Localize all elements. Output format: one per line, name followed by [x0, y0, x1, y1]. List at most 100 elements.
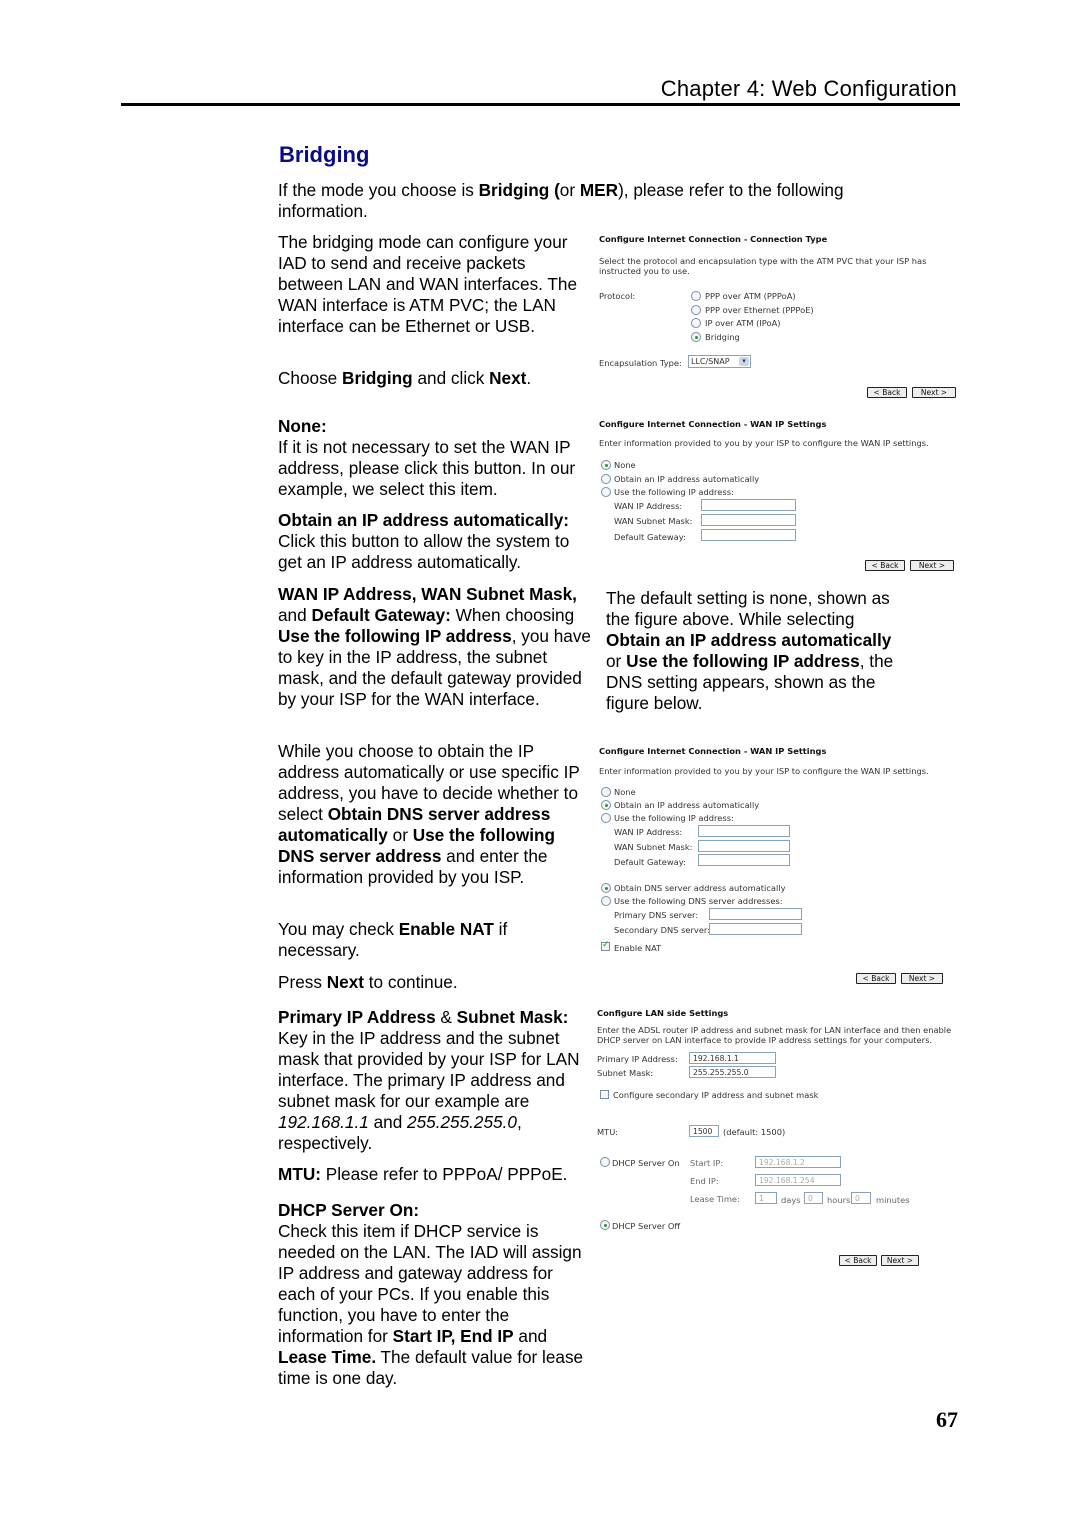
radio-use-ip[interactable] — [601, 813, 611, 823]
radio-pppoe[interactable] — [691, 305, 701, 315]
panel-description: Enter information provided to you by you… — [599, 766, 929, 776]
none-heading: None: — [278, 416, 327, 436]
days-label: days — [781, 1195, 801, 1205]
option-label: Use the following IP address: — [614, 813, 734, 823]
text: Click this button to allow the system to… — [278, 531, 570, 572]
subnet-mask-input[interactable]: 255.255.255.0 — [689, 1066, 776, 1078]
radio-use-ip[interactable] — [601, 487, 611, 497]
radio-obtain-ip[interactable] — [601, 474, 611, 484]
enable-nat-checkbox[interactable] — [601, 940, 610, 951]
next-button[interactable]: Next > — [881, 1255, 919, 1266]
radio-obtain-ip[interactable] — [601, 800, 611, 810]
radio-bridging[interactable] — [691, 332, 701, 342]
next-button[interactable]: Next > — [910, 560, 954, 571]
default-gateway-input[interactable] — [701, 529, 796, 541]
lan-settings-panel: Configure LAN side Settings Enter the AD… — [597, 1008, 965, 1268]
default-setting-note: The default setting is none, shown as th… — [606, 588, 906, 714]
subnet-mask-label: Subnet Mask: — [597, 1068, 654, 1078]
italic-text: 255.255.255.0 — [407, 1112, 517, 1132]
radio-use-dns[interactable] — [601, 896, 611, 906]
text: or — [387, 825, 413, 845]
bold-text: WAN IP Address, WAN Subnet Mask, — [278, 584, 577, 604]
back-button[interactable]: < Back — [856, 973, 896, 984]
bridging-description: The bridging mode can configure your IAD… — [278, 232, 578, 336]
radio-dhcp-off[interactable] — [600, 1220, 610, 1230]
text: and — [278, 605, 312, 625]
choose-bridging-instruction: Choose Bridging and click Next. — [278, 368, 593, 389]
back-button[interactable]: < Back — [865, 560, 905, 571]
field-label: WAN IP Address: — [614, 827, 683, 837]
text: & — [435, 1007, 457, 1027]
option-label: Bridging — [705, 332, 740, 342]
option-label: Obtain DNS server address automatically — [614, 883, 786, 893]
text: or — [606, 651, 627, 671]
bold-text: Start IP, End IP — [392, 1326, 514, 1346]
wan-ip-input[interactable] — [701, 499, 796, 511]
primary-ip-input[interactable]: 192.168.1.1 — [689, 1052, 776, 1064]
panel-title: Configure Internet Connection - WAN IP S… — [599, 746, 827, 756]
option-label: DHCP Server Off — [612, 1221, 681, 1231]
primary-dns-input[interactable] — [709, 908, 802, 920]
radio-obtain-dns[interactable] — [601, 883, 611, 893]
default-gateway-input[interactable] — [698, 854, 790, 866]
lease-days-input[interactable]: 1 — [755, 1192, 777, 1204]
mtu-description: MTU: Please refer to PPPoA/ PPPoE. — [278, 1164, 598, 1185]
option-label: Use the following IP address: — [614, 487, 734, 497]
option-label: PPP over Ethernet (PPPoE) — [705, 305, 814, 315]
option-label: Use the following DNS server addresses: — [614, 896, 783, 906]
bold-text: Enable NAT — [398, 919, 494, 939]
dhcp-description: DHCP Server On: Check this item if DHCP s… — [278, 1200, 593, 1389]
text: The default setting is none, shown as th… — [606, 588, 890, 629]
panel-description: Enter the ADSL router IP address and sub… — [597, 1025, 952, 1045]
selected-value: LLC/SNAP — [691, 357, 730, 366]
lease-hours-input[interactable]: 0 — [804, 1192, 823, 1204]
bold-text: Next — [489, 368, 527, 388]
panel-title: Configure Internet Connection - Connecti… — [599, 234, 828, 244]
press-next-instruction: Press Next to continue. — [278, 972, 593, 993]
text: When choosing — [450, 605, 575, 625]
next-button[interactable]: Next > — [901, 973, 943, 984]
encapsulation-select[interactable]: LLC/SNAP ▾ — [688, 355, 751, 368]
text: and click — [412, 368, 490, 388]
option-label: PPP over ATM (PPPoA) — [705, 291, 796, 301]
bold-text: Primary IP Address — [278, 1007, 436, 1027]
back-button[interactable]: < Back — [839, 1255, 877, 1266]
text: Press — [278, 972, 327, 992]
back-button[interactable]: < Back — [867, 387, 907, 398]
wan-ip-description: WAN IP Address, WAN Subnet Mask, and Def… — [278, 584, 593, 710]
field-label: Default Gateway: — [614, 857, 686, 867]
next-button[interactable]: Next > — [912, 387, 956, 398]
wan-ip-input[interactable] — [698, 825, 790, 837]
radio-dhcp-on[interactable] — [600, 1157, 610, 1167]
bold-text: Bridging ( — [478, 180, 560, 200]
bold-text: MER — [579, 180, 619, 200]
mtu-default-note: (default: 1500) — [723, 1127, 786, 1137]
hours-label: hours — [827, 1195, 851, 1205]
lease-minutes-input[interactable]: 0 — [851, 1192, 871, 1204]
bold-text: Use the following IP address — [278, 626, 512, 646]
radio-none[interactable] — [601, 460, 611, 470]
intro-paragraph: If the mode you choose is Bridging (or M… — [278, 180, 918, 222]
text: Key in the IP address and the subnet mas… — [278, 1028, 580, 1111]
obtain-ip-heading: Obtain an IP address automatically: — [278, 510, 570, 530]
secondary-dns-input[interactable] — [709, 923, 802, 935]
text: or — [559, 180, 580, 200]
start-ip-input[interactable]: 192.168.1.2 — [755, 1156, 841, 1168]
secondary-ip-checkbox[interactable] — [600, 1090, 609, 1099]
none-description: None: If it is not necessary to set the W… — [278, 416, 593, 500]
option-label: None — [614, 787, 636, 797]
primary-ip-description: Primary IP Address & Subnet Mask: Key in… — [278, 1007, 596, 1154]
header-rule — [121, 103, 960, 106]
wan-subnet-input[interactable] — [701, 514, 796, 526]
section-title: Bridging — [279, 142, 370, 167]
radio-pppoa[interactable] — [691, 291, 701, 301]
wan-ip-settings-panel-none: Configure Internet Connection - WAN IP S… — [599, 419, 959, 579]
radio-none[interactable] — [601, 787, 611, 797]
mtu-input[interactable]: 1500 — [689, 1125, 719, 1137]
wan-subnet-input[interactable] — [698, 840, 790, 852]
italic-text: 192.168.1.1 — [278, 1112, 369, 1132]
panel-description: Enter information provided to you by you… — [599, 438, 929, 448]
radio-ipoa[interactable] — [691, 318, 701, 328]
end-ip-input[interactable]: 192.168.1.254 — [755, 1174, 841, 1186]
bold-text: Next — [326, 972, 364, 992]
